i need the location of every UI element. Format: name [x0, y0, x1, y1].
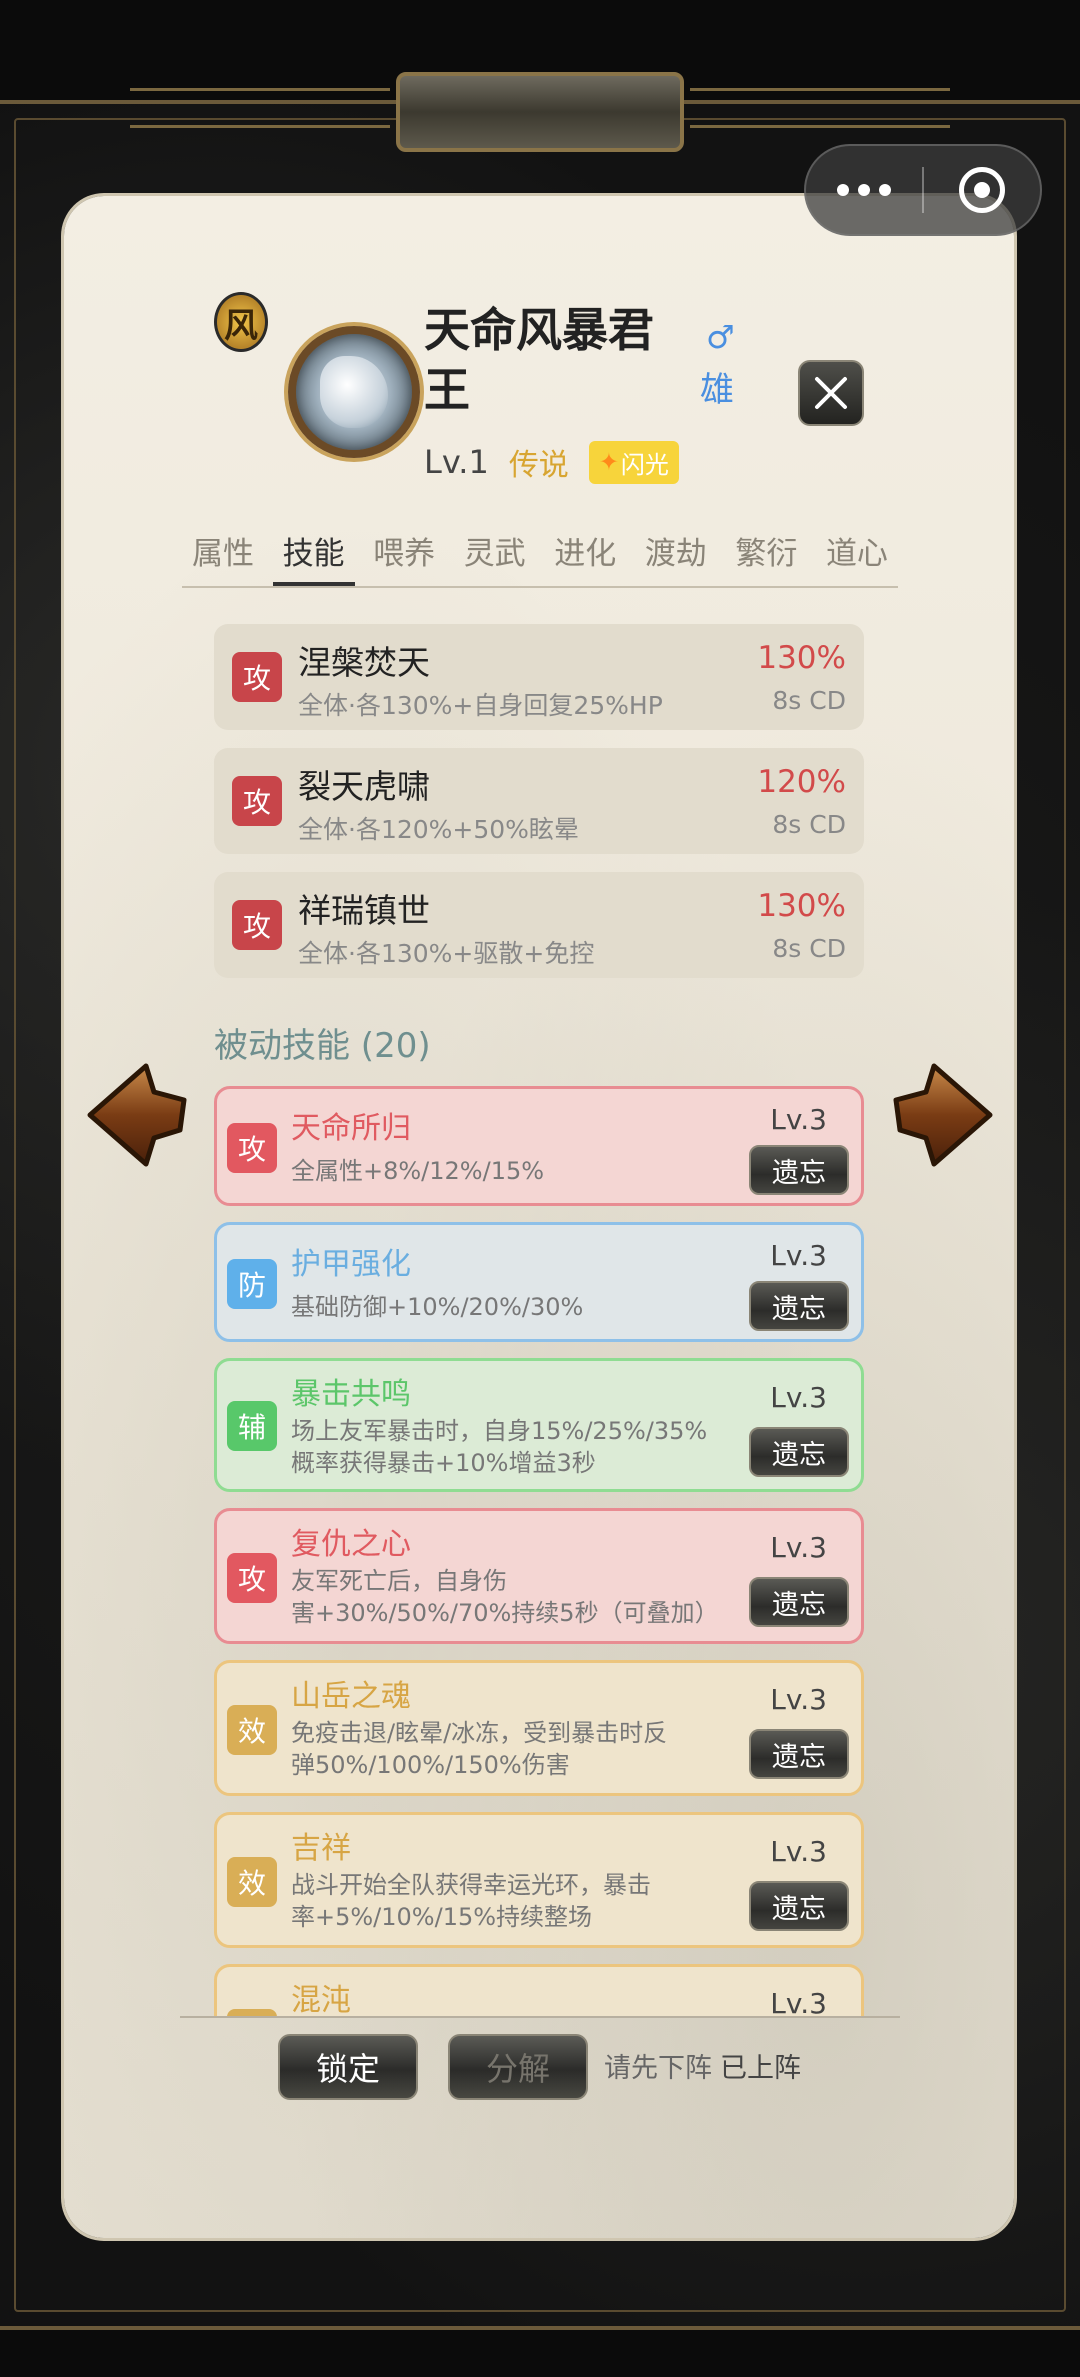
passive-skill-description: 场上友军暴击时，自身15%/25%/35% — [291, 1417, 708, 1445]
forget-button[interactable]: 遗忘 — [749, 1427, 849, 1477]
passive-skill-name: 山岳之魂 — [291, 1679, 411, 1714]
close-button[interactable] — [798, 360, 864, 426]
tab-spirit-weapon[interactable]: 灵武 — [454, 528, 536, 586]
passive-skill-list[interactable]: 攻 天命所归 全属性+8%/12%/15% Lv.3 遗忘 防 护甲强化 基础防… — [180, 1080, 900, 2016]
miniprogram-capsule — [804, 144, 1042, 236]
passive-skill-card[interactable]: 攻 复仇之心 友军死亡后，自身伤 害+30%/50%/70%持续5秒（可叠加） … — [214, 1508, 864, 1644]
passive-skill-name: 天命所归 — [291, 1111, 411, 1146]
tab-breed[interactable]: 繁衍 — [725, 528, 807, 586]
hero-level: Lv.1 — [424, 443, 489, 481]
decompose-button[interactable]: 分解 — [448, 2034, 588, 2100]
tab-attributes[interactable]: 属性 — [182, 528, 264, 586]
scroll-rod-ornament — [396, 72, 684, 152]
skill-description: 全体·各120%+50%眩晕 — [298, 815, 579, 844]
active-skill-card[interactable]: 攻 祥瑞镇世 全体·各130%+驱散+免控 130% 8s CD — [214, 872, 864, 978]
passive-skill-level: Lv.3 — [770, 1103, 827, 1136]
passive-skill-level: Lv.3 — [770, 1683, 827, 1716]
wind-element-icon: 风 — [214, 292, 268, 352]
passive-skill-name: 混沌 — [291, 1983, 351, 2016]
passive-skill-card[interactable]: 辅 暴击共鸣 场上友军暴击时，自身15%/25%/35% 概率获得暴击+10%增… — [214, 1358, 864, 1492]
active-skill-card[interactable]: 攻 裂天虎啸 全体·各120%+50%眩晕 120% 8s CD — [214, 748, 864, 854]
prev-arrow-icon[interactable] — [84, 1060, 190, 1170]
passive-skill-card[interactable]: 防 护甲强化 基础防御+10%/20%/30% Lv.3 遗忘 — [214, 1222, 864, 1342]
rarity-label: 传说 — [508, 448, 569, 483]
skill-name: 涅槃焚天 — [298, 643, 430, 682]
forget-button[interactable]: 遗忘 — [749, 1281, 849, 1331]
skill-name: 祥瑞镇世 — [298, 891, 430, 930]
passive-skill-card[interactable]: 攻 天命所归 全属性+8%/12%/15% Lv.3 遗忘 — [214, 1086, 864, 1206]
forget-button[interactable]: 遗忘 — [749, 1881, 849, 1931]
close-icon — [815, 377, 847, 409]
skill-percent: 130% — [757, 888, 846, 924]
passive-skill-name: 复仇之心 — [291, 1527, 411, 1562]
skill-cooldown: 8s CD — [772, 810, 846, 839]
next-arrow-icon[interactable] — [890, 1060, 996, 1170]
skill-type-tag: 效 — [227, 1705, 277, 1755]
target-icon[interactable] — [924, 167, 1040, 213]
male-icon: ♂ — [706, 318, 735, 356]
forget-button[interactable]: 遗忘 — [749, 1577, 849, 1627]
flash-label: 闪光 — [620, 450, 669, 479]
passive-skill-name: 暴击共鸣 — [291, 1377, 411, 1412]
passive-skill-name: 吉祥 — [291, 1831, 351, 1866]
skill-description: 全体·各130%+自身回复25%HP — [298, 691, 663, 720]
tab-evolve[interactable]: 进化 — [544, 528, 626, 586]
hero-tabs: 属性 技能 喂养 灵武 进化 渡劫 繁衍 道心 — [182, 528, 898, 588]
frame-ornament-left — [130, 88, 390, 128]
deploy-hint: 请先下阵 — [604, 2053, 712, 2084]
footer-divider — [180, 2016, 900, 2018]
more-dots-icon[interactable] — [806, 184, 922, 196]
passive-skill-description: 基础防御+10%/20%/30% — [291, 1293, 584, 1321]
passive-skill-level: Lv.3 — [770, 1381, 827, 1414]
passive-skill-description: 战斗开始全队获得幸运光环，暴击 — [291, 1871, 651, 1899]
passive-skills-title: 被动技能 (20) — [214, 1026, 431, 1066]
frame-ornament-right — [690, 88, 950, 128]
skill-percent: 120% — [757, 764, 846, 800]
passive-skill-card[interactable]: 效 山岳之魂 免疫击退/眩晕/冰冻，受到暴击时反 弹50%/100%/150%伤… — [214, 1660, 864, 1796]
tab-skills[interactable]: 技能 — [272, 528, 355, 586]
skill-description: 全体·各130%+驱散+免控 — [298, 939, 595, 968]
passive-skill-level: Lv.3 — [770, 1987, 827, 2016]
passive-skill-card[interactable]: 效 吉祥 战斗开始全队获得幸运光环，暴击 率+5%/10%/15%持续整场 Lv… — [214, 1812, 864, 1948]
active-skill-card[interactable]: 攻 涅槃焚天 全体·各130%+自身回复25%HP 130% 8s CD — [214, 624, 864, 730]
on-team-status: 已上阵 — [720, 2053, 801, 2084]
skill-name: 裂天虎啸 — [298, 767, 430, 806]
skill-type-tag: 效 — [227, 1857, 277, 1907]
passive-skill-card[interactable]: 效 混沌 Lv.3 遗忘 — [214, 1964, 864, 2016]
lock-button[interactable]: 锁定 — [278, 2034, 418, 2100]
tab-tribulation[interactable]: 渡劫 — [635, 528, 717, 586]
forget-button[interactable]: 遗忘 — [749, 1145, 849, 1195]
passive-skill-name: 护甲强化 — [291, 1247, 411, 1282]
gender-label: 雄 — [700, 370, 734, 410]
skill-type-tag: 防 — [227, 1259, 277, 1309]
skill-type-tag: 攻 — [232, 900, 282, 950]
tab-feed[interactable]: 喂养 — [363, 528, 445, 586]
skill-type-tag: 攻 — [227, 1553, 277, 1603]
passive-skill-description: 概率获得暴击+10%增益3秒 — [291, 1449, 596, 1477]
hero-meta-row: Lv.1 传说 ✦ 闪光 — [424, 440, 679, 484]
passive-skill-description: 率+5%/10%/15%持续整场 — [291, 1903, 593, 1931]
passive-skill-description: 害+30%/50%/70%持续5秒（可叠加） — [291, 1599, 719, 1627]
passive-skill-level: Lv.3 — [770, 1239, 827, 1272]
sparkle-icon: ✦ — [598, 448, 619, 476]
tab-dao-heart[interactable]: 道心 — [816, 528, 898, 586]
passive-skill-level: Lv.3 — [770, 1835, 827, 1868]
hero-name: 天命风暴君王 — [424, 303, 654, 417]
skill-type-tag: 攻 — [227, 1123, 277, 1173]
hero-avatar — [288, 326, 420, 458]
passive-skill-description: 弹50%/100%/150%伤害 — [291, 1751, 570, 1779]
skill-type-tag: 效 — [227, 2009, 277, 2016]
skill-cooldown: 8s CD — [772, 686, 846, 715]
passive-skill-description: 全属性+8%/12%/15% — [291, 1157, 545, 1185]
forget-button[interactable]: 遗忘 — [749, 1729, 849, 1779]
passive-skill-description: 免疫击退/眩晕/冰冻，受到暴击时反 — [291, 1719, 668, 1747]
passive-skill-level: Lv.3 — [770, 1531, 827, 1564]
skill-type-tag: 攻 — [232, 652, 282, 702]
passive-skill-description: 友军死亡后，自身伤 — [291, 1567, 507, 1595]
skill-type-tag: 攻 — [232, 776, 282, 826]
skill-percent: 130% — [757, 640, 846, 676]
flash-badge: ✦ 闪光 — [588, 440, 679, 484]
skill-cooldown: 8s CD — [772, 934, 846, 963]
skill-type-tag: 辅 — [227, 1401, 277, 1451]
